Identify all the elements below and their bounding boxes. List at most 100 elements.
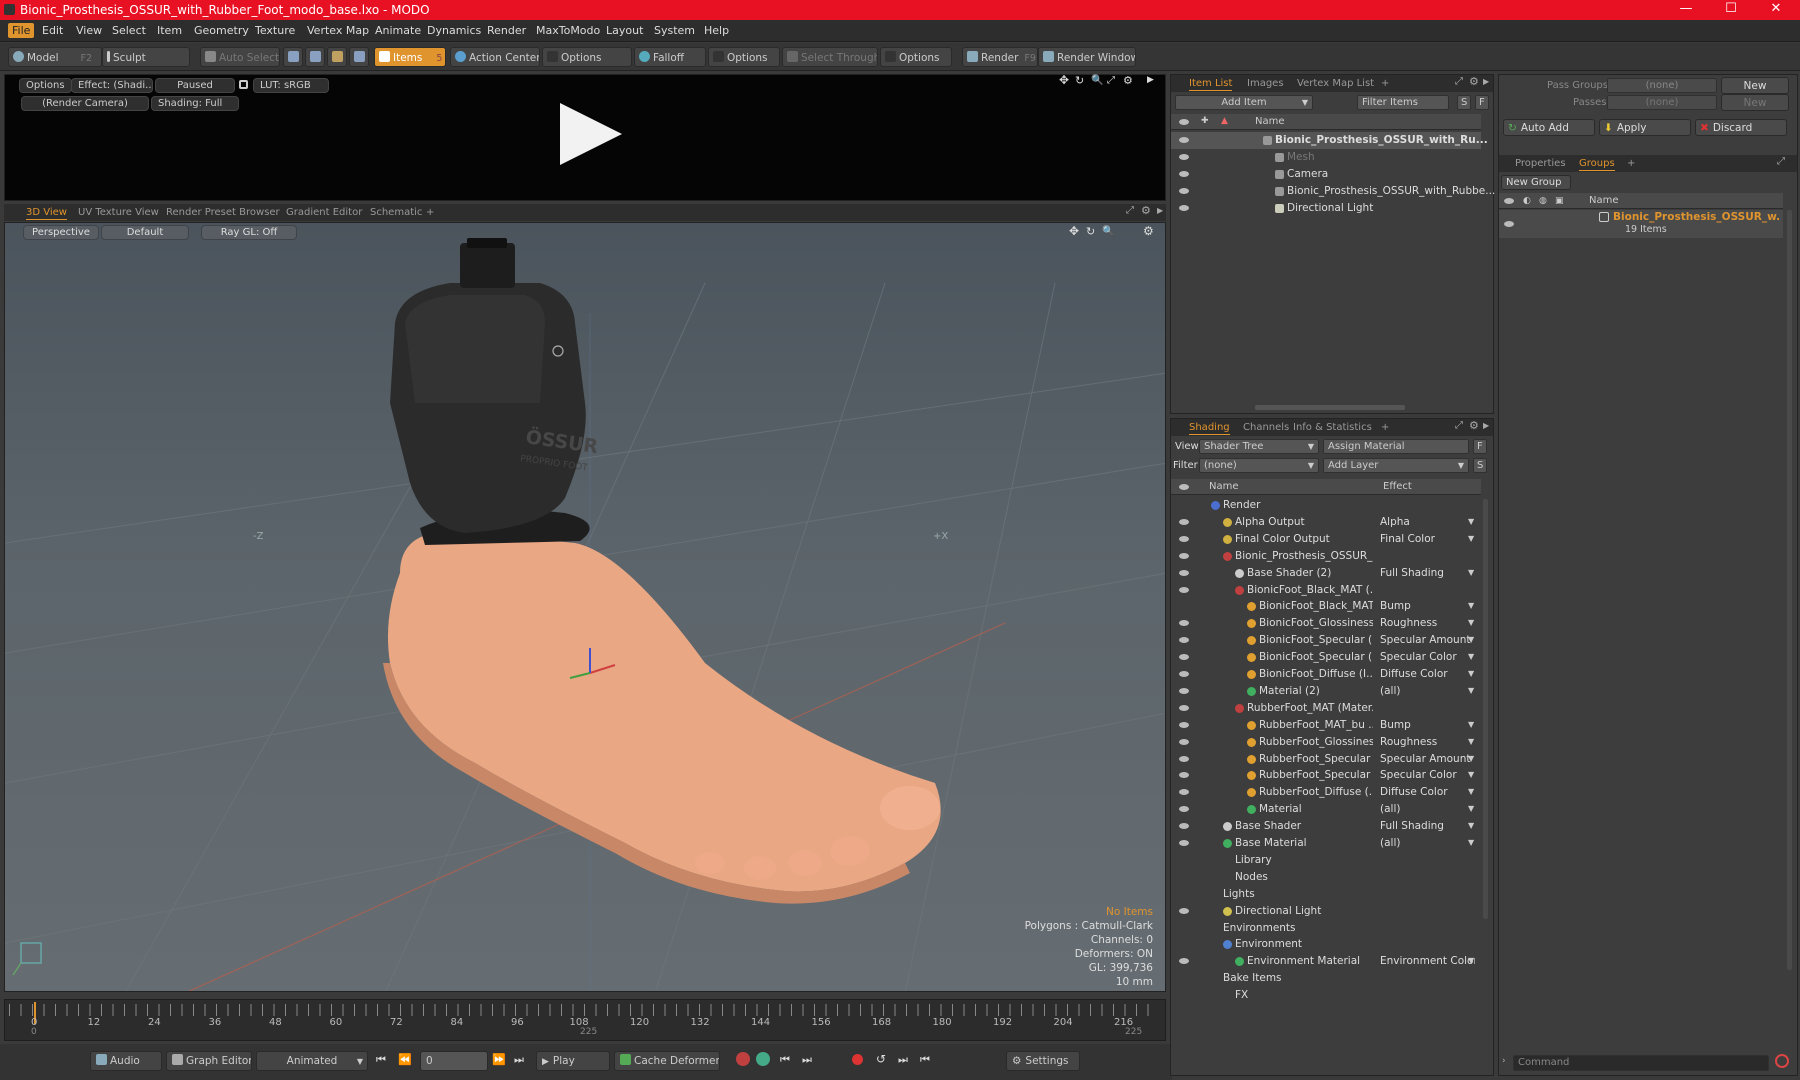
action-center-button[interactable]: Action Center	[450, 47, 540, 67]
tab-properties[interactable]: Properties	[1515, 157, 1566, 171]
eye-icon[interactable]	[1179, 569, 1189, 576]
minimize-button[interactable]: —	[1676, 1, 1696, 16]
eye-icon[interactable]	[1179, 738, 1189, 745]
menu-render[interactable]: Render	[483, 23, 530, 38]
shader-tree-row[interactable]: Library	[1171, 852, 1481, 869]
polygon-select-button[interactable]	[327, 47, 347, 67]
name-column-header[interactable]: Name	[1209, 479, 1239, 494]
render-window-button[interactable]: Render Window	[1038, 47, 1136, 67]
tab-channels[interactable]: Channels	[1243, 421, 1289, 435]
layer-effect[interactable]: (all)	[1380, 835, 1475, 851]
add-layer-dropdown[interactable]: Add Layer ▼	[1323, 458, 1469, 473]
expand-arrow-icon[interactable]: ▶	[1147, 75, 1154, 85]
falloff-button[interactable]: Falloff	[634, 47, 706, 67]
eye-icon[interactable]	[1179, 721, 1189, 728]
shader-tree-row[interactable]: Directional Light	[1171, 903, 1481, 920]
new-pass-button[interactable]: New	[1721, 94, 1789, 111]
shader-tree-row[interactable]: Environments	[1171, 920, 1481, 937]
record-icon[interactable]	[852, 1054, 863, 1065]
gear-icon[interactable]: ⚙	[1141, 204, 1151, 217]
name-column-header[interactable]: Name	[1255, 114, 1285, 129]
maximize-icon[interactable]: ⤢	[1107, 75, 1115, 86]
eye-icon[interactable]	[1179, 535, 1189, 542]
shader-tree-row[interactable]: RubberFoot_Specular ... Specular Amount ▼	[1171, 751, 1481, 768]
discard-button[interactable]: ✖ Discard	[1695, 119, 1787, 136]
shader-tree-row[interactable]: Bionic_Prosthesis_OSSUR_...	[1171, 548, 1481, 565]
falloff-options-button[interactable]: Options	[708, 47, 780, 67]
shader-tree-row[interactable]: RubberFoot_Specular ... Specular Color ▼	[1171, 767, 1481, 784]
groups-scrollbar[interactable]	[1787, 210, 1792, 970]
eye-icon[interactable]	[1504, 221, 1514, 227]
skip-icon[interactable]: ⏭	[898, 1053, 908, 1067]
chevron-down-icon[interactable]: ▼	[1468, 514, 1474, 530]
chevron-down-icon[interactable]: ▼	[1468, 818, 1474, 834]
timeline-ruler[interactable]	[9, 1004, 1159, 1016]
chevron-down-icon[interactable]: ▼	[1468, 683, 1474, 699]
tab-vertex-map-list[interactable]: Vertex Map List	[1297, 77, 1374, 91]
3d-viewport[interactable]: Perspective Default Ray GL: Off ✥ ↻ 🔍 ⚙	[4, 222, 1166, 992]
gear-icon[interactable]: ⚙	[1469, 75, 1479, 88]
menu-edit[interactable]: Edit	[38, 23, 67, 38]
layer-effect[interactable]: (all)	[1380, 683, 1475, 699]
chevron-down-icon[interactable]: ▼	[1468, 598, 1474, 614]
model-mode-button[interactable]: Model F2	[8, 47, 102, 67]
shader-tree-row[interactable]: Lights	[1171, 886, 1481, 903]
shader-tree-row[interactable]: Environment	[1171, 936, 1481, 953]
pass-groups-dropdown[interactable]: (none)	[1607, 78, 1717, 93]
shader-tree-row[interactable]: Base Material (all) ▼	[1171, 835, 1481, 852]
chevron-down-icon[interactable]: ▼	[1468, 565, 1474, 581]
chevron-down-icon[interactable]: ▼	[1468, 666, 1474, 682]
layer-effect[interactable]: (all)	[1380, 801, 1475, 817]
eye-icon[interactable]	[1179, 772, 1189, 779]
chevron-down-icon[interactable]: ▼	[1468, 751, 1474, 767]
tab-render-preset-browser[interactable]: Render Preset Browser	[166, 206, 280, 220]
layer-effect[interactable]: Alpha	[1380, 514, 1475, 530]
preview-lut-dropdown[interactable]: LUT: sRGB	[253, 78, 329, 93]
eye-icon[interactable]	[1179, 907, 1189, 914]
layer-effect[interactable]: Specular Color	[1380, 649, 1475, 665]
menu-item[interactable]: Item	[153, 23, 186, 38]
sculpt-mode-button[interactable]: Sculpt	[102, 47, 190, 67]
item-list-row[interactable]: Directional Light	[1171, 200, 1481, 217]
action-center-options-button[interactable]: Options	[542, 47, 632, 67]
eye-icon[interactable]	[1179, 637, 1189, 644]
item-list-row[interactable]: Bionic_Prosthesis_OSSUR_with_Rubbe...	[1171, 183, 1495, 200]
prev-key-icon[interactable]: ⏮	[780, 1053, 790, 1067]
menu-file[interactable]: File	[8, 23, 35, 38]
view-dropdown[interactable]: Shader Tree ▼	[1199, 439, 1319, 454]
layer-effect[interactable]: Environment Color	[1380, 953, 1475, 969]
menu-view[interactable]: View	[72, 23, 106, 38]
filter-dropdown[interactable]: (none) ▼	[1199, 458, 1319, 473]
edge-select-button[interactable]	[305, 47, 325, 67]
go-end-icon[interactable]: ⏭	[514, 1053, 524, 1067]
shader-tree-row[interactable]: BionicFoot_Glossiness ... Roughness▼	[1171, 615, 1481, 632]
shader-tree-row[interactable]: Base Shader Full Shading ▼	[1171, 818, 1481, 835]
filter-f-button[interactable]: F	[1475, 95, 1489, 110]
settings-button[interactable]: ⚙ Settings	[1006, 1051, 1080, 1071]
shader-tree-row[interactable]: RubberFoot_Diffuse (... Diffuse Color ▼	[1171, 784, 1481, 801]
tab-3d-view[interactable]: 3D View	[26, 206, 67, 220]
shader-tree-row[interactable]: FX	[1171, 987, 1481, 1004]
chevron-down-icon[interactable]: ▼	[1468, 767, 1474, 783]
shader-tree-row[interactable]: Render	[1171, 497, 1481, 514]
item-list-row[interactable]: Bionic_Prosthesis_OSSUR_with_Ru...	[1171, 132, 1488, 149]
lock-icon[interactable]	[239, 80, 248, 89]
shader-tree-row[interactable]: BionicFoot_Diffuse (I... Diffuse Color ▼	[1171, 666, 1481, 683]
eye-icon[interactable]	[1179, 552, 1189, 559]
step-forward-icon[interactable]: ⏩	[492, 1053, 506, 1066]
tab-images[interactable]: Images	[1247, 77, 1284, 91]
chevron-down-icon[interactable]: ▼	[1468, 649, 1474, 665]
apply-button[interactable]: ⬇ Apply	[1599, 119, 1691, 136]
menu-dynamics[interactable]: Dynamics	[423, 23, 485, 38]
gear-icon[interactable]: ⚙	[1469, 419, 1479, 432]
new-pass-group-button[interactable]: New	[1721, 77, 1789, 94]
shader-tree-row[interactable]: Alpha Output Alpha ▼	[1171, 514, 1481, 531]
menu-vertex-map[interactable]: Vertex Map	[303, 23, 373, 38]
auto-add-button[interactable]: ↻ Auto Add	[1503, 119, 1595, 136]
preview-effect-dropdown[interactable]: Effect: (Shadi...	[71, 78, 153, 93]
effect-column-header[interactable]: Effect	[1383, 479, 1412, 494]
chevron-down-icon[interactable]: ▼	[1468, 801, 1474, 817]
shader-tree-row[interactable]: RubberFoot_MAT_bu ... Bump ▼	[1171, 717, 1481, 734]
eye-icon[interactable]	[1179, 154, 1189, 160]
add-tab-button[interactable]: +	[1627, 157, 1635, 171]
